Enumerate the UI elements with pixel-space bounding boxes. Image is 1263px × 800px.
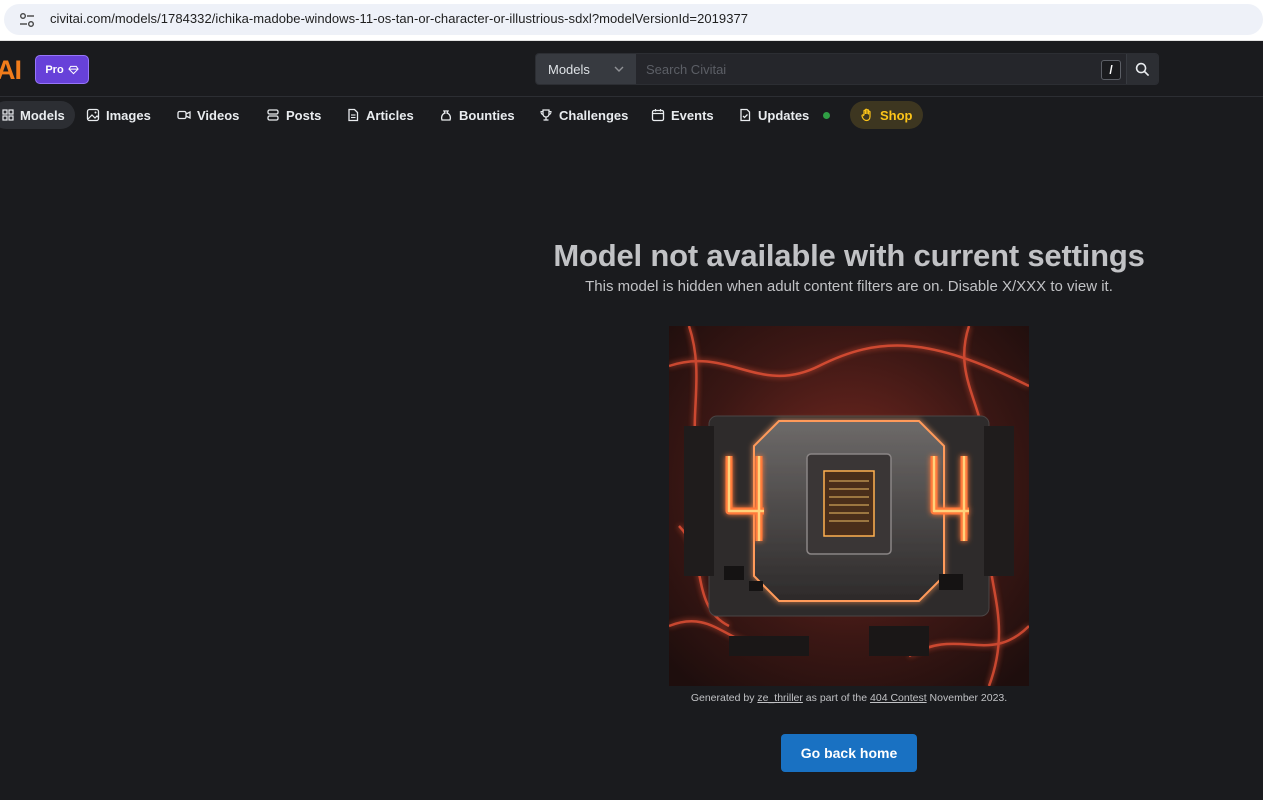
tab-label: Events <box>671 107 714 123</box>
pro-label: Pro <box>45 63 64 76</box>
main-nav: Models Images Videos Posts Articles Boun… <box>0 97 1263 133</box>
tab-challenges[interactable]: Challenges <box>529 101 638 129</box>
tab-articles[interactable]: Articles <box>336 101 424 129</box>
search-button[interactable] <box>1126 54 1158 84</box>
browser-address-bar: civitai.com/models/1784332/ichika-madobe… <box>0 0 1263 41</box>
tab-posts[interactable]: Posts <box>256 101 331 129</box>
search-shortcut-key: / <box>1101 60 1121 80</box>
tab-label: Updates <box>758 107 810 123</box>
tab-images[interactable]: Images <box>76 101 161 129</box>
calendar-icon <box>651 109 665 122</box>
tab-label: Posts <box>286 107 322 123</box>
caption-prefix: Generated by <box>690 692 758 704</box>
go-back-home-button[interactable]: Go back home <box>781 734 917 772</box>
diamond-icon <box>67 65 79 74</box>
civitai-logo[interactable]: AI <box>0 55 22 86</box>
updates-indicator <box>823 111 831 119</box>
circuit-404-illustration <box>669 326 1029 686</box>
article-icon <box>348 108 359 122</box>
error-404-image <box>669 326 1029 686</box>
site-settings-icon[interactable] <box>18 11 36 29</box>
author-link[interactable]: ze_thriller <box>757 692 803 704</box>
tab-label: Bounties <box>459 107 515 123</box>
caption-suffix: November 2023. <box>926 692 1008 704</box>
search-type-select[interactable]: Models <box>536 54 636 84</box>
url-field[interactable]: civitai.com/models/1784332/ichika-madobe… <box>4 4 1263 35</box>
tab-models[interactable]: Models <box>0 101 75 129</box>
image-icon <box>86 108 100 122</box>
chevron-down-icon <box>614 66 624 72</box>
url-text: civitai.com/models/1784332/ichika-madobe… <box>50 11 749 26</box>
pro-button[interactable]: Pro <box>35 55 89 84</box>
tab-shop[interactable]: Shop <box>850 101 923 129</box>
page-title: Model not available with current setting… <box>553 238 1145 273</box>
page-subtitle: This model is hidden when adult content … <box>585 278 1113 295</box>
tab-events[interactable]: Events <box>641 101 724 129</box>
hand-icon <box>861 108 871 122</box>
site-header: AI Pro Models / <box>0 42 1263 97</box>
tab-bounties[interactable]: Bounties <box>429 101 525 129</box>
tab-label: Images <box>106 107 151 123</box>
tab-videos[interactable]: Videos <box>167 101 249 129</box>
video-icon <box>177 110 191 120</box>
updates-icon <box>740 108 751 122</box>
tab-updates[interactable]: Updates <box>728 101 840 129</box>
tab-label: Videos <box>197 107 240 123</box>
caption-middle: as part of the <box>802 692 871 704</box>
search-bar: Models / <box>535 53 1159 85</box>
search-type-label: Models <box>548 61 590 77</box>
tab-label: Models <box>20 107 65 123</box>
tab-label: Challenges <box>559 107 629 123</box>
models-icon <box>2 109 14 121</box>
search-input[interactable] <box>636 54 1126 84</box>
trophy-icon <box>540 109 552 121</box>
moneybag-icon <box>440 110 452 121</box>
main-content: Model not available with current setting… <box>0 133 1263 800</box>
contest-link[interactable]: 404 Contest <box>870 692 927 704</box>
search-icon <box>1135 62 1150 76</box>
image-caption: Generated by ze_thriller as part of the … <box>691 692 1007 704</box>
tab-label: Shop <box>880 107 913 123</box>
posts-icon <box>267 109 279 121</box>
tab-label: Articles <box>366 107 414 123</box>
